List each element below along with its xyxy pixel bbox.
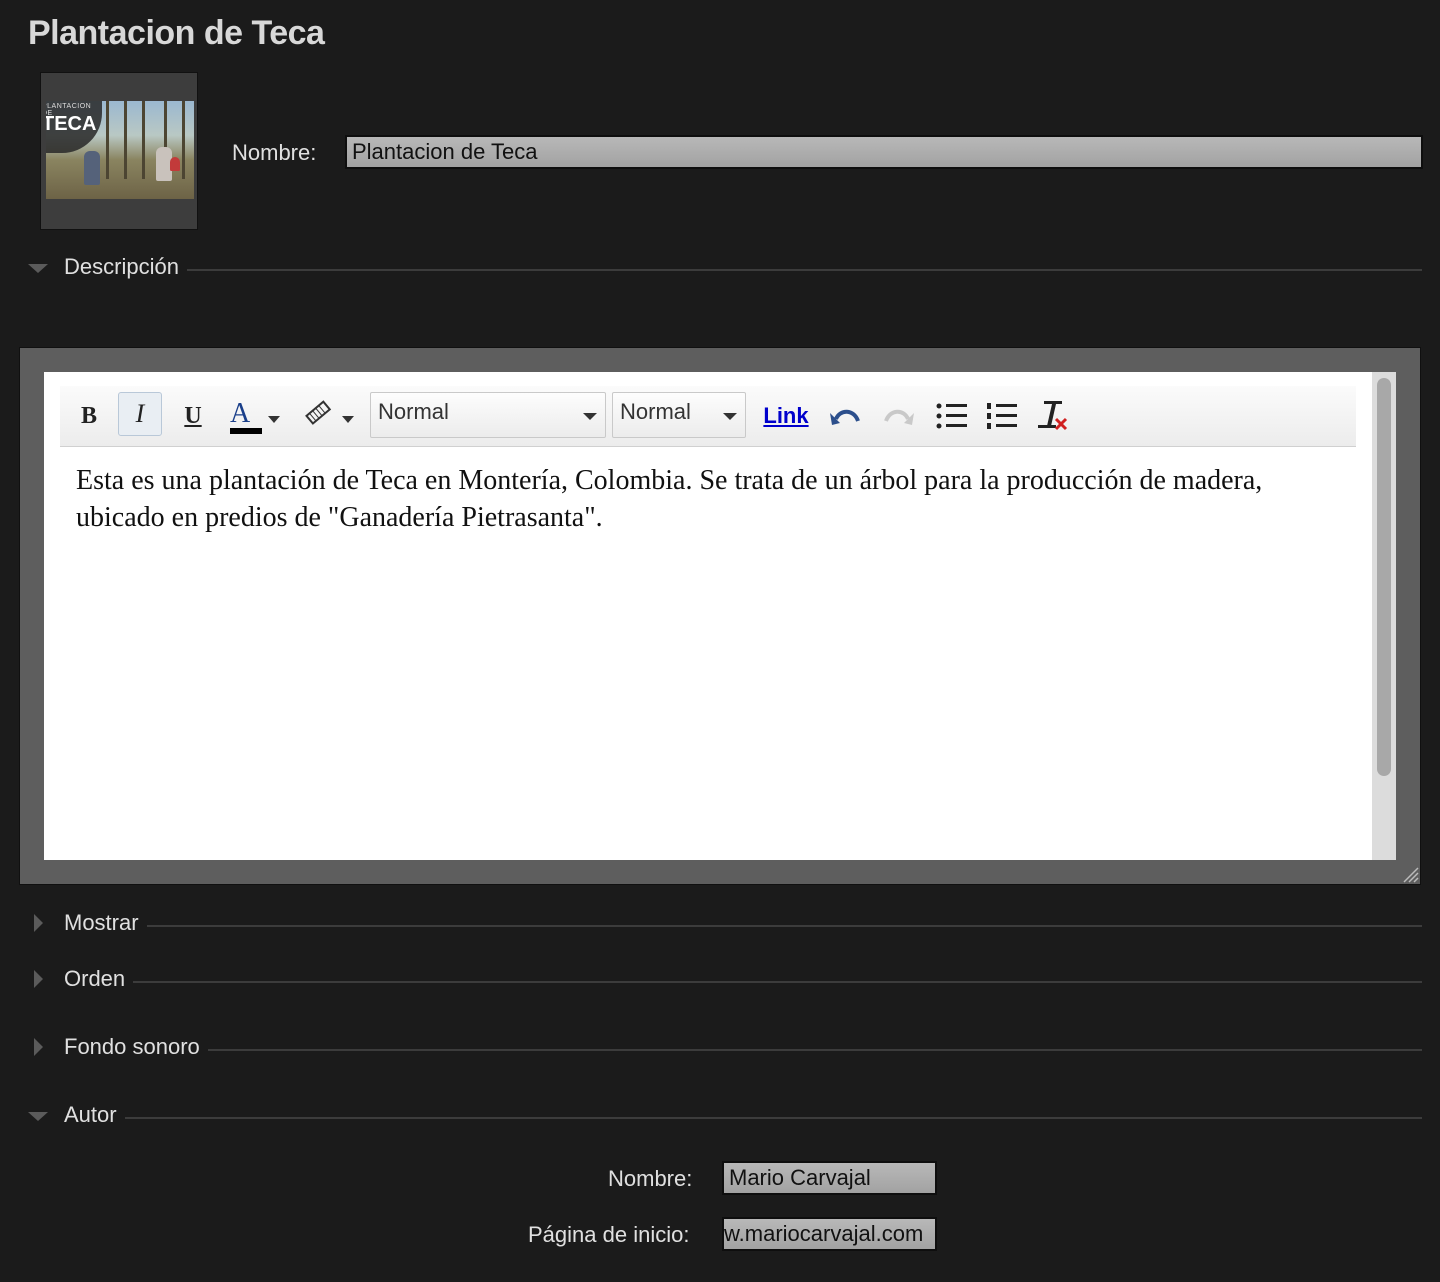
section-descripcion[interactable]: Descripción	[28, 254, 1422, 286]
text-color-button[interactable]: A	[226, 394, 286, 438]
disclosure-expanded-icon[interactable]	[28, 264, 48, 273]
numbered-list-icon	[987, 403, 1017, 429]
section-divider	[64, 1049, 1422, 1051]
scrollbar-thumb[interactable]	[1377, 378, 1391, 776]
section-fondo-sonoro[interactable]: Fondo sonoro	[28, 1034, 1422, 1066]
chevron-down-icon	[723, 413, 737, 420]
bold-button[interactable]: B	[72, 394, 106, 438]
name-label: Nombre:	[232, 140, 317, 165]
remove-format-icon	[1038, 401, 1068, 431]
section-title: Descripción	[64, 254, 187, 280]
redo-icon	[884, 409, 914, 425]
section-title: Fondo sonoro	[64, 1034, 208, 1060]
text-color-glyph: A	[230, 398, 251, 429]
author-homepage-label: Página de inicio:	[528, 1222, 690, 1247]
rich-text-editor: B I U A Normal Normal Link Esta es una p…	[19, 347, 1421, 885]
section-divider	[64, 269, 1422, 271]
bulleted-list-button[interactable]	[932, 394, 972, 438]
section-mostrar[interactable]: Mostrar	[28, 910, 1422, 942]
highlighter-icon	[305, 400, 354, 425]
editor-content[interactable]: Esta es una plantación de Teca en Monter…	[76, 462, 1346, 536]
section-divider	[64, 981, 1422, 983]
author-homepage-input[interactable]: w.mariocarvajal.com	[722, 1217, 937, 1251]
section-title: Mostrar	[64, 910, 147, 936]
numbered-list-button[interactable]	[982, 394, 1022, 438]
disclosure-collapsed-icon[interactable]	[34, 1038, 43, 1056]
section-title: Autor	[64, 1102, 125, 1128]
section-divider	[64, 925, 1422, 927]
thumbnail-badge: PLANTACION DE TECA	[46, 101, 102, 153]
disclosure-expanded-icon[interactable]	[28, 1112, 48, 1121]
section-orden[interactable]: Orden	[28, 966, 1422, 998]
size-select[interactable]: Normal	[612, 392, 746, 438]
size-select-value: Normal	[620, 399, 691, 424]
format-select[interactable]: Normal	[370, 392, 606, 438]
section-divider	[64, 1117, 1422, 1119]
disclosure-collapsed-icon[interactable]	[34, 970, 43, 988]
author-name-input[interactable]: Mario Carvajal	[722, 1161, 937, 1195]
text-color-icon: A	[230, 398, 280, 434]
page-title: Plantacion de Teca	[28, 14, 325, 52]
author-name-label: Nombre:	[608, 1166, 693, 1191]
underline-button[interactable]: U	[176, 394, 210, 438]
chevron-down-icon	[583, 413, 597, 420]
undo-button[interactable]	[826, 394, 866, 438]
background-color-button[interactable]	[300, 394, 360, 438]
editor-area[interactable]: B I U A Normal Normal Link Esta es una p…	[44, 372, 1372, 860]
resize-grip-icon[interactable]	[1398, 862, 1420, 884]
thumbnail-image: PLANTACION DE TECA	[46, 101, 194, 199]
italic-button[interactable]: I	[118, 392, 162, 436]
editor-toolbar: B I U A Normal Normal Link	[60, 386, 1356, 447]
editor-scrollbar[interactable]	[1372, 372, 1396, 860]
section-autor[interactable]: Autor	[28, 1102, 1422, 1134]
link-button[interactable]: Link	[756, 394, 816, 438]
disclosure-collapsed-icon[interactable]	[34, 914, 43, 932]
bulleted-list-icon	[936, 403, 967, 429]
undo-icon	[830, 409, 860, 425]
album-thumbnail[interactable]: PLANTACION DE TECA	[40, 72, 198, 230]
redo-button[interactable]	[878, 394, 918, 438]
name-input[interactable]: Plantacion de Teca	[345, 135, 1423, 169]
format-select-value: Normal	[378, 399, 449, 424]
thumbnail-badge-big: TECA	[46, 113, 97, 135]
section-title: Orden	[64, 966, 134, 992]
remove-format-button[interactable]	[1034, 394, 1074, 438]
